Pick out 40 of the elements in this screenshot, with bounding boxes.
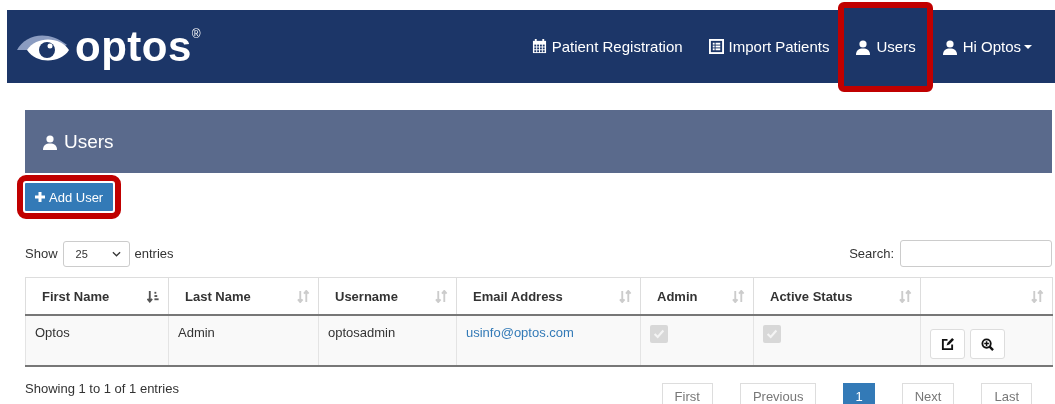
zoom-in-icon	[981, 337, 994, 351]
table-cell: Admin	[168, 315, 319, 366]
calendar-icon	[531, 39, 547, 54]
page-size-dropdown[interactable]: 25	[62, 240, 130, 267]
nav-link[interactable]: Patient Registration	[518, 10, 696, 83]
page-button[interactable]: Next	[901, 383, 955, 404]
plus-icon	[35, 192, 45, 202]
page-button[interactable]: Last	[981, 383, 1032, 404]
nav-link[interactable]: Import Patients	[695, 10, 843, 83]
table-info: Showing 1 to 1 of 1 entries	[25, 381, 179, 398]
sort-icon	[899, 289, 912, 303]
table-cell: optosadmin	[318, 315, 457, 366]
chevron-down-icon	[111, 250, 121, 257]
user-icon	[941, 38, 958, 55]
panel-title: Users	[64, 130, 114, 153]
sort-icon	[1031, 289, 1044, 303]
page-button[interactable]: 1	[843, 383, 875, 404]
page-button[interactable]: Previous	[739, 383, 817, 404]
list-icon	[708, 39, 724, 54]
search-label: Search:	[849, 246, 894, 261]
check-icon	[765, 327, 779, 341]
view-button[interactable]	[970, 329, 1005, 359]
nav-link[interactable]: Hi Optos	[928, 10, 1045, 83]
sort-icon	[619, 289, 632, 303]
user-icon	[855, 38, 872, 55]
table-cell: Optos	[25, 315, 169, 366]
user-icon	[42, 133, 58, 150]
brand-logo[interactable]: optos$^{®}$	[75, 25, 202, 68]
sort-icon	[732, 289, 745, 303]
email-link[interactable]: usinfo@optos.com	[466, 325, 574, 340]
edit-button[interactable]	[930, 329, 965, 359]
entries-label: entries	[134, 246, 174, 261]
edit-icon	[941, 337, 954, 351]
show-label: Show	[25, 246, 58, 261]
sort-icon	[147, 289, 160, 303]
search-field[interactable]	[900, 240, 1052, 267]
sort-icon	[297, 289, 310, 303]
sort-icon	[435, 289, 448, 303]
page-button[interactable]: First	[661, 383, 713, 404]
check-icon	[652, 327, 666, 341]
